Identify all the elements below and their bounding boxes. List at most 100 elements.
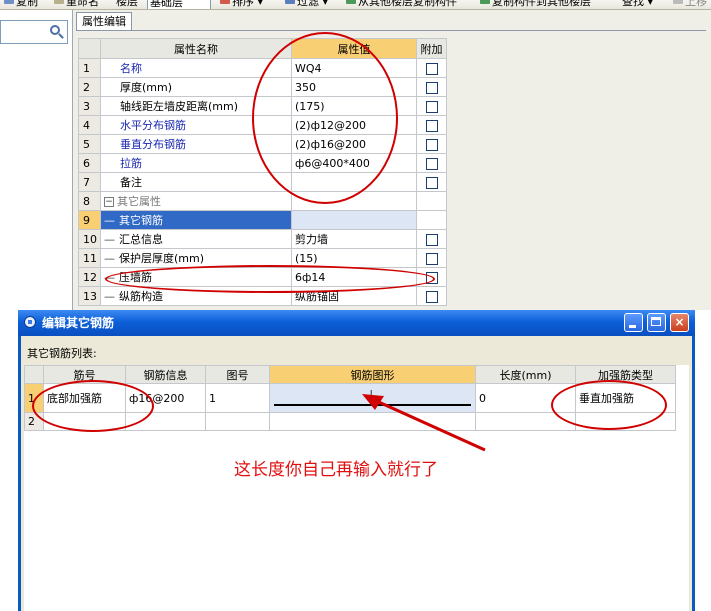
move-up-icon — [673, 0, 683, 4]
property-row[interactable]: 8− 其它属性 — [78, 191, 447, 211]
extra-checkbox[interactable] — [425, 119, 438, 132]
rebar-shape-length-mark: L — [369, 389, 376, 400]
property-name-label: 轴线距左墙皮距离(mm) — [120, 100, 239, 113]
row-number: 11 — [78, 248, 101, 268]
extra-checkbox[interactable] — [425, 176, 438, 189]
rebar-header-info[interactable]: 钢筋信息 — [125, 365, 206, 384]
property-row[interactable]: 9— 其它钢筋 — [78, 210, 447, 230]
rebar-header-shape[interactable]: 钢筋图形 — [269, 365, 476, 384]
property-name-label: 名称 — [120, 62, 142, 75]
move-up-button[interactable]: 上移 — [673, 0, 707, 9]
maximize-icon — [651, 317, 661, 326]
property-name[interactable]: − 其它属性 — [100, 191, 292, 211]
property-extra — [416, 172, 447, 192]
property-value[interactable] — [291, 210, 417, 230]
extra-checkbox[interactable] — [425, 157, 438, 170]
rebar-list-label: 其它钢筋列表: — [27, 347, 97, 360]
extra-checkbox[interactable] — [425, 81, 438, 94]
row-number: 3 — [78, 96, 101, 116]
property-name[interactable]: — 其它钢筋 — [100, 210, 292, 230]
sort-button[interactable]: 排序 ▾ — [220, 0, 263, 9]
tree-line-icon: — — [104, 214, 115, 227]
find-button[interactable]: 查找 ▾ — [622, 0, 653, 9]
floor-label: 楼层 — [116, 0, 138, 8]
property-extra — [416, 229, 447, 249]
property-name-label: 汇总信息 — [119, 233, 163, 246]
close-icon: × — [674, 315, 685, 329]
property-name-label: 水平分布钢筋 — [120, 119, 186, 132]
property-extra — [416, 134, 447, 154]
minimize-icon — [629, 325, 636, 328]
row-number: 12 — [78, 267, 101, 287]
extra-checkbox[interactable] — [425, 138, 438, 151]
rebar-shape-no-cell[interactable]: 1 — [205, 383, 270, 413]
property-name-label: 拉筋 — [120, 157, 142, 170]
highlight-ellipse-pressure-rebar — [105, 265, 435, 293]
row-number: 1 — [78, 58, 101, 78]
rebar-shape-cell[interactable] — [269, 412, 476, 431]
row-number: 10 — [78, 229, 101, 249]
row-number: 2 — [78, 77, 101, 97]
tab-property-edit[interactable]: 属性编辑 — [76, 12, 132, 30]
app-icon — [24, 316, 36, 328]
minimize-button[interactable] — [624, 313, 643, 332]
extra-checkbox[interactable] — [425, 62, 438, 75]
rebar-shape-no-cell[interactable] — [205, 412, 270, 431]
rename-button[interactable]: 重命名 — [54, 0, 99, 9]
property-extra — [416, 248, 447, 268]
property-extra — [416, 153, 447, 173]
property-name-label: 厚度(mm) — [120, 81, 173, 94]
dialog-title: 编辑其它钢筋 — [42, 316, 115, 330]
rebar-header-length[interactable]: 长度(mm) — [475, 365, 576, 384]
property-name-label: 备注 — [120, 176, 142, 189]
copy-button[interactable]: 复制 — [4, 0, 38, 9]
property-row[interactable]: 7 备注 — [78, 172, 447, 192]
header-property-name[interactable]: 属性名称 — [100, 38, 292, 59]
filter-icon — [285, 0, 295, 4]
annotation-note: 这长度你自己再输入就行了 — [234, 460, 438, 480]
rebar-shape-line — [274, 404, 471, 406]
row-number: 7 — [78, 172, 101, 192]
toolbar: 复制 重命名 楼层 基础层 排序 ▾ 过滤 ▾ 从其他楼层复制构件 复制构件到其… — [0, 0, 711, 10]
tree-line-icon: — — [104, 252, 115, 265]
collapse-toggle-icon[interactable]: − — [104, 197, 114, 207]
header-corner — [78, 38, 101, 59]
highlight-ellipse-rebar-type — [551, 380, 667, 430]
rebar-shape-cell[interactable]: L — [269, 383, 476, 413]
property-extra — [416, 210, 447, 230]
property-extra — [416, 286, 447, 306]
property-editor: 属性编辑 属性名称 属性值 附加 1 名称 WQ4 2 厚度(mm) 350 3 轴线距左墙皮… — [73, 10, 711, 310]
property-extra — [416, 96, 447, 116]
property-name-label: 纵筋构造 — [119, 290, 163, 303]
property-row[interactable]: 10— 汇总信息 剪力墙 — [78, 229, 447, 249]
property-value[interactable]: 剪力墙 — [291, 229, 417, 249]
property-name[interactable]: — 汇总信息 — [100, 229, 292, 249]
close-button[interactable]: × — [670, 313, 689, 332]
property-extra — [416, 191, 447, 211]
extra-checkbox[interactable] — [425, 100, 438, 113]
row-number: 5 — [78, 134, 101, 154]
filter-button[interactable]: 过滤 ▾ — [285, 0, 328, 9]
highlight-ellipse-property-values — [252, 32, 398, 204]
property-name[interactable]: 备注 — [100, 172, 292, 192]
floor-select[interactable]: 基础层 — [147, 0, 211, 9]
component-search-input[interactable] — [0, 20, 68, 44]
extra-checkbox[interactable] — [425, 290, 438, 303]
property-name-label: 其它钢筋 — [119, 214, 163, 227]
extra-checkbox[interactable] — [425, 252, 438, 265]
rebar-header-corner — [24, 365, 44, 384]
copy-to-floor-icon — [480, 0, 490, 4]
copy-to-floor-button[interactable]: 复制构件到其他楼层 — [480, 0, 591, 9]
property-name-label: 其它属性 — [117, 195, 161, 208]
extra-checkbox[interactable] — [425, 233, 438, 246]
copy-from-floor-icon — [346, 0, 356, 4]
header-extra[interactable]: 附加 — [416, 38, 447, 59]
copy-from-floor-button[interactable]: 从其他楼层复制构件 — [346, 0, 457, 9]
maximize-button[interactable] — [647, 313, 666, 332]
rebar-header-shape-no[interactable]: 图号 — [205, 365, 270, 384]
tree-line-icon: — — [104, 290, 115, 303]
row-number: 8 — [78, 191, 101, 211]
row-number: 9 — [78, 210, 101, 230]
property-name-label: 保护层厚度(mm) — [119, 252, 205, 265]
dialog-title-bar[interactable]: 编辑其它钢筋 × — [18, 310, 695, 336]
